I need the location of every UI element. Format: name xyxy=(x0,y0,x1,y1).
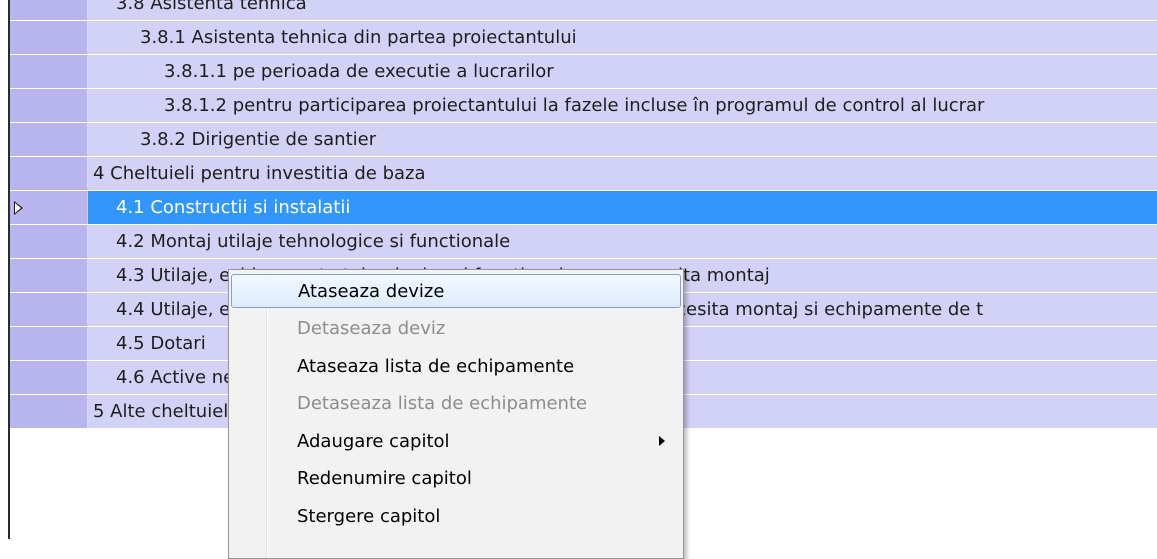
context-menu: Ataseaza devize Detaseaza deviz Ataseaza l… xyxy=(228,269,684,559)
menu-item-label: Adaugare capitol xyxy=(297,430,450,452)
table-row[interactable]: 4.2 Montaj utilaje tehnologice si functi… xyxy=(10,225,1157,259)
menu-item-label: Redenumire capitol xyxy=(297,468,472,489)
chapter-cell[interactable]: 3.8.2 Dirigentie de santier xyxy=(88,123,1157,157)
chapter-cell[interactable]: 4.1 Constructii si instalatii xyxy=(88,191,1157,225)
row-selector[interactable] xyxy=(10,361,88,395)
row-selector[interactable] xyxy=(10,55,88,89)
table-row[interactable]: 3.8.2 Dirigentie de santier xyxy=(10,123,1157,157)
table-row[interactable]: 3.8 Asistenta tehnica xyxy=(10,0,1157,21)
chapter-cell[interactable]: 3.8.1 Asistenta tehnica din partea proie… xyxy=(88,21,1157,55)
table-row[interactable]: 3.8.1.2 pentru participarea proiectantul… xyxy=(10,89,1157,123)
menu-item-label: Stergere capitol xyxy=(297,505,441,527)
row-selector[interactable] xyxy=(10,293,88,327)
chapter-cell[interactable]: 3.8.1.2 pentru participarea proiectantul… xyxy=(88,89,1157,123)
menu-item-label: Ataseaza lista de echipamente xyxy=(297,355,575,377)
chapter-cell[interactable]: 4 Cheltuieli pentru investitia de baza xyxy=(88,157,1157,191)
row-selector[interactable] xyxy=(10,123,88,157)
menu-item-label: Detaseaza lista de echipamente xyxy=(297,393,588,414)
row-selector[interactable] xyxy=(10,0,88,21)
row-selector[interactable] xyxy=(10,191,88,225)
menu-item-redenumire-capitol[interactable]: Redenumire capitol xyxy=(231,462,681,496)
chapter-cell[interactable]: 3.8 Asistenta tehnica xyxy=(88,0,1157,21)
row-selector[interactable] xyxy=(10,21,88,55)
submenu-arrow-icon xyxy=(659,436,665,446)
menu-item-detaseaza-deviz: Detaseaza deviz xyxy=(231,312,681,346)
table-row[interactable]: 4 Cheltuieli pentru investitia de baza xyxy=(10,157,1157,191)
row-selector[interactable] xyxy=(10,395,88,429)
menu-item-label: Detaseaza deviz xyxy=(297,318,446,339)
chapter-cell[interactable]: 3.8.1.1 pe perioada de executie a lucrar… xyxy=(88,55,1157,89)
menu-item-detaseaza-lista-de-echipamente: Detaseaza lista de echipamente xyxy=(231,387,681,421)
table-row[interactable]: 3.8.1 Asistenta tehnica din partea proie… xyxy=(10,21,1157,55)
menu-item-label: Ataseaza devize xyxy=(298,280,445,302)
row-selector[interactable] xyxy=(10,327,88,361)
menu-item-stergere-capitol[interactable]: Stergere capitol xyxy=(231,499,681,533)
row-selector[interactable] xyxy=(10,259,88,293)
current-row-arrow-icon xyxy=(14,200,23,215)
menu-item-adaugare-capitol[interactable]: Adaugare capitol xyxy=(231,424,681,458)
row-selector[interactable] xyxy=(10,89,88,123)
menu-item-ataseaza-devize[interactable]: Ataseaza devize xyxy=(231,274,681,308)
table-row[interactable]: 3.8.1.1 pe perioada de executie a lucrar… xyxy=(10,55,1157,89)
chapter-cell[interactable]: 4.2 Montaj utilaje tehnologice si functi… xyxy=(88,225,1157,259)
row-selector[interactable] xyxy=(10,225,88,259)
menu-item-ataseaza-lista-de-echipamente[interactable]: Ataseaza lista de echipamente xyxy=(231,349,681,383)
table-row[interactable]: 4.1 Constructii si instalatii xyxy=(10,191,1157,225)
row-selector[interactable] xyxy=(10,157,88,191)
